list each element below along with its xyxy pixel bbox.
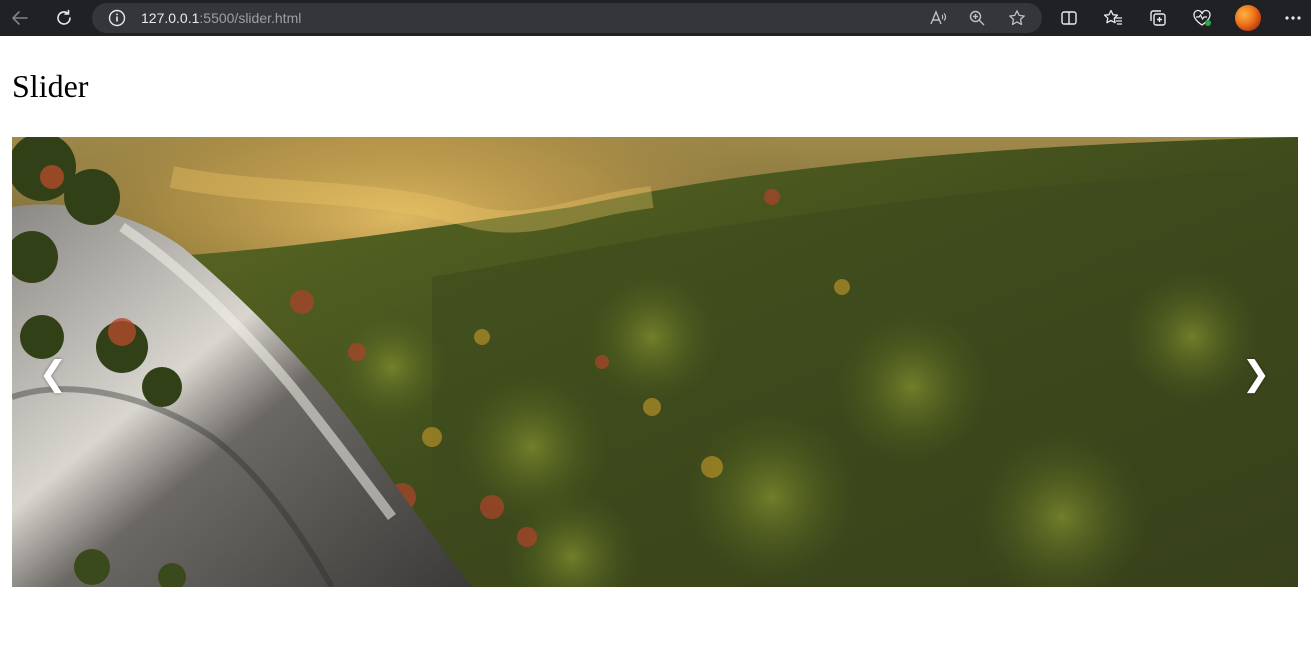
- info-icon[interactable]: [108, 9, 126, 31]
- reload-button[interactable]: [50, 5, 78, 31]
- read-aloud-icon[interactable]: [927, 7, 949, 29]
- url-path: :5500/slider.html: [199, 10, 302, 26]
- star-icon[interactable]: [1006, 7, 1028, 29]
- collections-button[interactable]: [1144, 5, 1172, 31]
- slider-next-button[interactable]: ❯: [1236, 349, 1276, 399]
- browser-essentials-button[interactable]: [1188, 5, 1216, 31]
- slide-landscape-image: [12, 137, 1298, 587]
- slider-prev-button[interactable]: ❮: [33, 349, 73, 399]
- profile-avatar[interactable]: [1235, 5, 1261, 31]
- reload-icon: [57, 9, 71, 25]
- favorites-button[interactable]: [1099, 5, 1127, 31]
- url-text[interactable]: 127.0.0.1:5500/slider.html: [141, 10, 301, 26]
- zoom-in-icon[interactable]: [966, 7, 988, 29]
- split-screen-icon: [1061, 11, 1077, 25]
- page-title: Slider: [12, 68, 89, 104]
- split-screen-button[interactable]: [1055, 5, 1083, 31]
- back-button[interactable]: [6, 5, 34, 31]
- collections-icon: [1150, 10, 1166, 26]
- browser-toolbar: 127.0.0.1:5500/slider.html: [0, 0, 1311, 36]
- url-host: 127.0.0.1: [141, 10, 200, 26]
- browser-essentials-icon: [1193, 9, 1211, 26]
- image-slider: ❮ ❯: [12, 137, 1298, 587]
- more-menu-icon: [1285, 16, 1301, 20]
- more-menu-button[interactable]: [1279, 5, 1307, 31]
- arrow-left-icon: [12, 11, 28, 25]
- favorites-list-icon: [1103, 9, 1122, 25]
- address-bar[interactable]: 127.0.0.1:5500/slider.html: [92, 3, 1042, 33]
